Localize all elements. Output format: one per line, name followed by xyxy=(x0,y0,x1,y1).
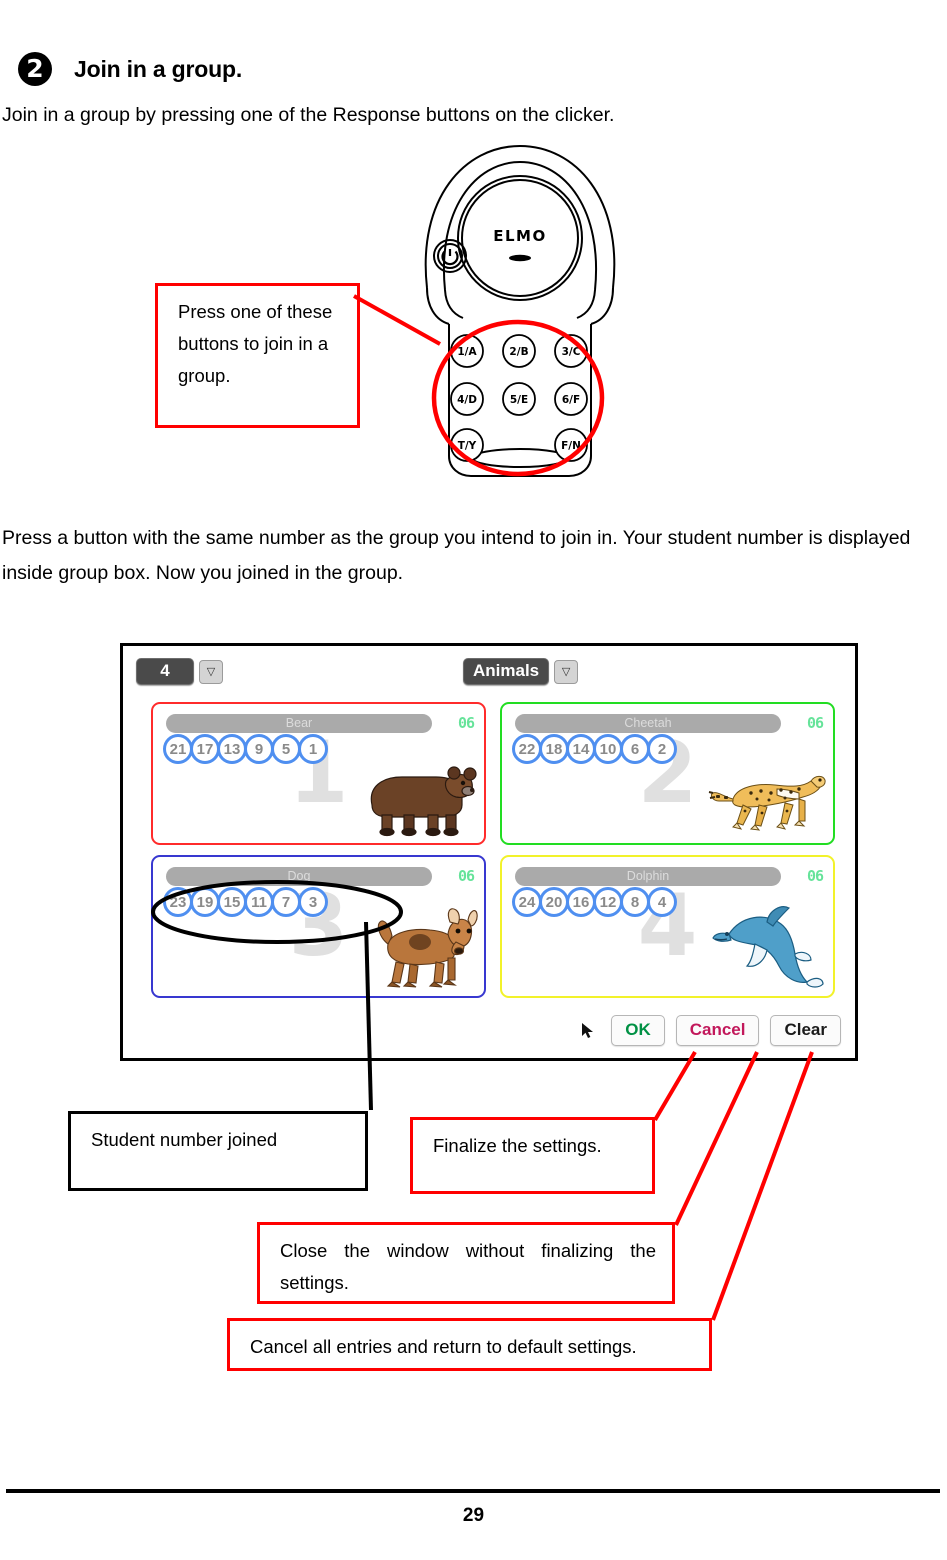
leader-line-cancel xyxy=(674,1051,759,1226)
student-chip[interactable]: 20 xyxy=(539,887,569,917)
clicker-brand-label: ELMO xyxy=(493,227,546,245)
clear-button[interactable]: Clear xyxy=(770,1015,841,1046)
group-name-label[interactable]: Bear xyxy=(166,714,432,733)
group-card-4[interactable]: 4 Dolphin 06 24 20 16 12 8 4 xyxy=(500,855,835,998)
footer-divider xyxy=(6,1489,940,1493)
chevron-down-icon[interactable]: ▽ xyxy=(554,659,579,684)
leader-line-press-buttons xyxy=(353,294,441,346)
group-name-label[interactable]: Dog xyxy=(166,867,432,886)
bear-illustration xyxy=(370,766,477,837)
student-chip[interactable]: 15 xyxy=(217,887,247,917)
group-member-count: 06 xyxy=(457,714,475,732)
step-heading: 2 Join in a group. xyxy=(18,52,242,86)
student-chip[interactable]: 24 xyxy=(512,887,542,917)
student-chip-list-1: 21 17 13 9 5 1 xyxy=(163,734,328,764)
student-chip[interactable]: 12 xyxy=(593,887,623,917)
student-chip[interactable]: 17 xyxy=(190,734,220,764)
student-chip[interactable]: 5 xyxy=(271,734,301,764)
group-setting-window: 4 ▽ Animals ▽ 1 Bear 06 21 17 13 9 5 1 2… xyxy=(120,643,858,1061)
callout-student-number: Student number joined xyxy=(68,1111,368,1191)
step-number-badge: 2 xyxy=(18,52,52,86)
student-chip[interactable]: 9 xyxy=(244,734,274,764)
student-chip[interactable]: 4 xyxy=(647,887,677,917)
svg-text:2/B: 2/B xyxy=(509,346,528,358)
group-name-label[interactable]: Dolphin xyxy=(515,867,781,886)
group-card-3[interactable]: 3 Dog 06 23 19 15 11 7 3 xyxy=(151,855,486,998)
student-chip[interactable]: 3 xyxy=(298,887,328,917)
student-chip[interactable]: 14 xyxy=(566,734,596,764)
callout-clear-all: Cancel all entries and return to default… xyxy=(227,1318,712,1371)
group-count-dropdown[interactable]: 4 ▽ xyxy=(136,658,223,685)
svg-text:T/Y: T/Y xyxy=(458,440,477,452)
intro-text: Join in a group by pressing one of the R… xyxy=(2,104,615,126)
student-chip-list-4: 24 20 16 12 8 4 xyxy=(512,887,677,917)
dog-illustration xyxy=(377,908,478,988)
callout-finalize: Finalize the settings. xyxy=(410,1117,655,1194)
window-action-buttons: OK Cancel Clear xyxy=(580,1015,841,1046)
group-set-value: Animals xyxy=(463,658,550,685)
svg-text:4/D: 4/D xyxy=(457,394,477,406)
group-member-count: 06 xyxy=(806,867,824,885)
student-chip[interactable]: 7 xyxy=(271,887,301,917)
student-chip[interactable]: 18 xyxy=(539,734,569,764)
student-chip[interactable]: 22 xyxy=(512,734,542,764)
student-chip[interactable]: 13 xyxy=(217,734,247,764)
group-grid: 1 Bear 06 21 17 13 9 5 1 2 Cheetah 06 22… xyxy=(151,702,835,998)
student-chip[interactable]: 1 xyxy=(298,734,328,764)
svg-text:1/A: 1/A xyxy=(457,346,477,358)
student-chip[interactable]: 8 xyxy=(620,887,650,917)
page-title: Join in a group. xyxy=(74,55,243,82)
group-count-value: 4 xyxy=(136,658,194,685)
student-chip[interactable]: 11 xyxy=(244,887,274,917)
student-chip-list-3: 23 19 15 11 7 3 xyxy=(163,887,328,917)
group-card-2[interactable]: 2 Cheetah 06 22 18 14 10 6 2 xyxy=(500,702,835,845)
callout-press-buttons: Press one of these buttons to join in a … xyxy=(155,283,360,428)
chevron-down-icon[interactable]: ▽ xyxy=(199,659,223,684)
student-chip[interactable]: 6 xyxy=(620,734,650,764)
student-chip[interactable]: 23 xyxy=(163,887,193,917)
group-card-1[interactable]: 1 Bear 06 21 17 13 9 5 1 xyxy=(151,702,486,845)
student-chip[interactable]: 16 xyxy=(566,887,596,917)
student-chip[interactable]: 21 xyxy=(163,734,193,764)
group-member-count: 06 xyxy=(457,867,475,885)
leader-line-clear xyxy=(711,1051,814,1321)
leader-line-ok xyxy=(653,1050,697,1122)
cheetah-illustration xyxy=(708,775,826,831)
svg-text:5/E: 5/E xyxy=(510,394,528,406)
mouse-pointer-icon xyxy=(582,1022,594,1038)
student-chip[interactable]: 19 xyxy=(190,887,220,917)
svg-text:3/C: 3/C xyxy=(562,346,581,358)
dolphin-illustration xyxy=(712,906,824,988)
student-chip-list-2: 22 18 14 10 6 2 xyxy=(512,734,677,764)
svg-text:6/F: 6/F xyxy=(562,394,580,406)
cancel-button[interactable]: Cancel xyxy=(675,1015,760,1046)
student-chip[interactable]: 2 xyxy=(647,734,677,764)
ok-button[interactable]: OK xyxy=(611,1015,665,1046)
group-set-dropdown[interactable]: Animals ▽ xyxy=(463,658,579,685)
page-number: 29 xyxy=(462,1505,485,1526)
group-name-label[interactable]: Cheetah xyxy=(515,714,781,733)
student-chip[interactable]: 10 xyxy=(593,734,623,764)
callout-close-window: Close the window without finalizing the … xyxy=(257,1222,675,1304)
group-member-count: 06 xyxy=(806,714,824,732)
body-paragraph: Press a button with the same number as t… xyxy=(2,527,911,584)
